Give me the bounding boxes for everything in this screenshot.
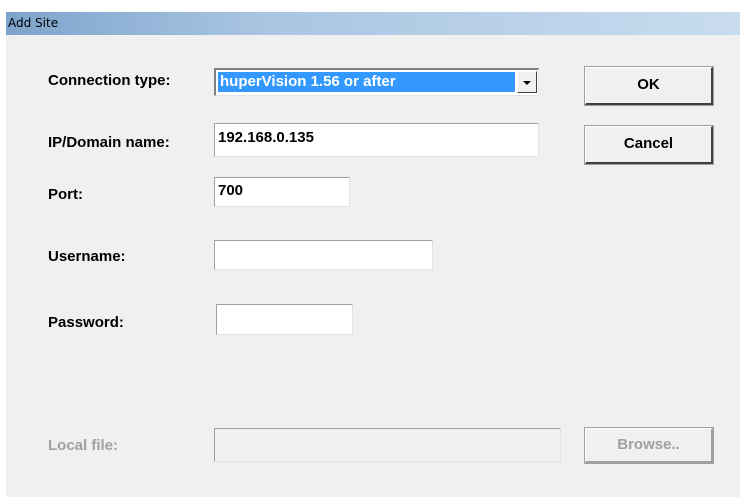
local-file-input[interactable] <box>214 428 561 462</box>
dialog-title-bar: Add Site <box>6 12 740 35</box>
username-label: Username: <box>48 248 126 265</box>
ok-button[interactable]: OK <box>584 66 714 106</box>
username-input[interactable] <box>214 240 433 270</box>
dialog-title: Add Site <box>8 16 59 30</box>
cancel-button[interactable]: Cancel <box>584 125 714 165</box>
port-input[interactable]: 700 <box>214 177 350 207</box>
password-label: Password: <box>48 314 124 331</box>
connection-type-label: Connection type: <box>48 72 171 89</box>
connection-type-selected-value: huperVision 1.56 or after <box>218 72 515 92</box>
connection-type-select[interactable]: huperVision 1.56 or after <box>214 68 539 96</box>
local-file-label: Local file: <box>48 437 119 454</box>
chevron-down-icon[interactable] <box>517 71 537 93</box>
ip-domain-input[interactable]: 192.168.0.135 <box>214 123 539 157</box>
password-input[interactable] <box>216 304 353 335</box>
ip-domain-label: IP/Domain name: <box>48 134 170 151</box>
add-site-dialog: Add Site Connection type: huperVision 1.… <box>6 12 740 497</box>
browse-button[interactable]: Browse.. <box>584 427 714 464</box>
port-label: Port: <box>48 186 83 203</box>
